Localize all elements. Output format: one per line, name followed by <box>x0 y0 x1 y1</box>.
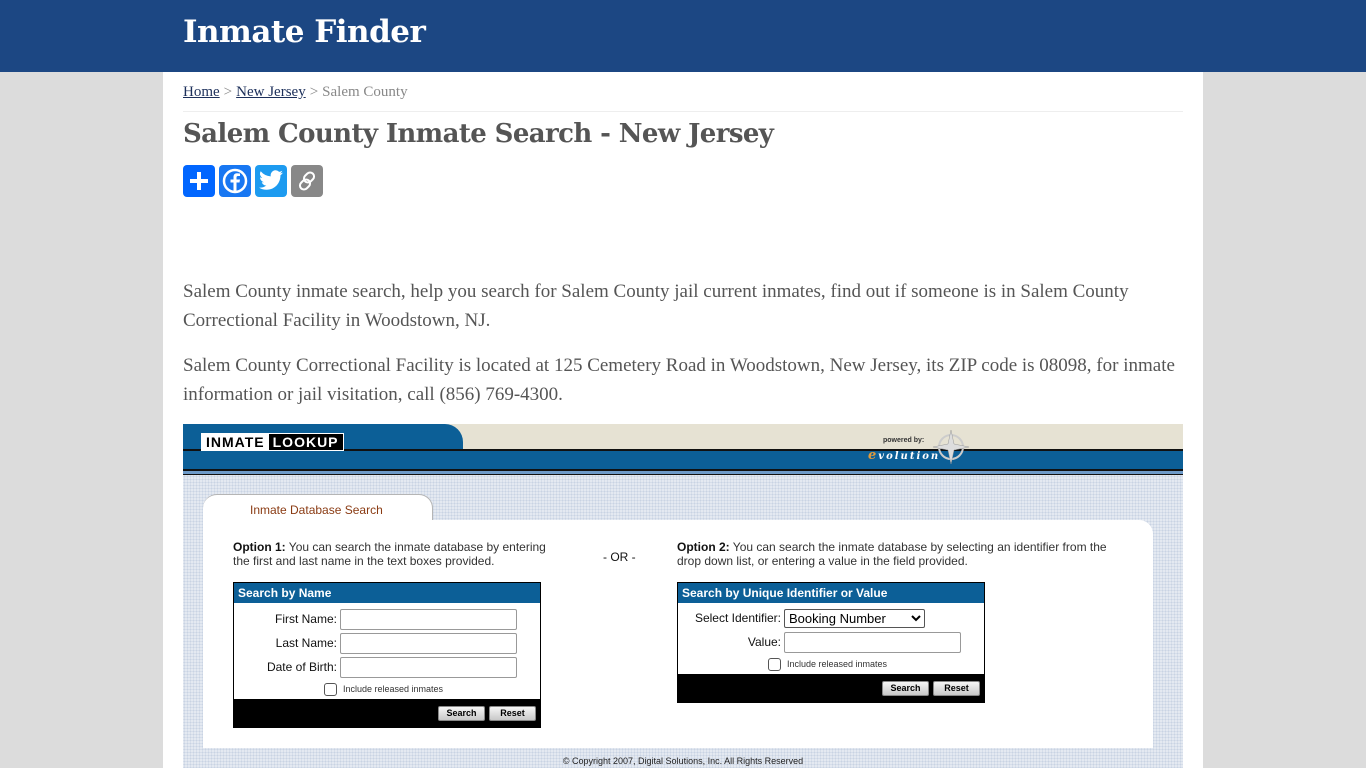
or-divider: - OR - <box>603 550 636 564</box>
search-by-identifier-form: Search by Unique Identifier or Value Sel… <box>677 582 985 703</box>
share-twitter-button[interactable] <box>255 165 287 197</box>
plus-icon <box>190 172 208 190</box>
site-logo[interactable]: Inmate Finder <box>183 14 426 50</box>
link-icon <box>298 171 316 191</box>
dob-input[interactable] <box>340 656 517 678</box>
first-name-label: First Name: <box>274 612 337 626</box>
share-buttons <box>183 165 1183 197</box>
identifier-select[interactable]: Booking Number <box>784 608 925 628</box>
name-form-button-bar: Search Reset <box>234 699 540 727</box>
dob-row: Date of Birth: <box>234 655 540 679</box>
search-by-identifier-title: Search by Unique Identifier or Value <box>678 583 984 603</box>
compass-icon <box>932 429 970 465</box>
include-released-row: Include released inmates <box>678 654 984 674</box>
copyright: © Copyright 2007, Digital Solutions, Inc… <box>562 756 804 766</box>
widget-header: INMATE LOOKUP powered by: evolution <box>183 424 1183 475</box>
search-by-name-title: Search by Name <box>234 583 540 603</box>
inmate-lookup-widget: INMATE LOOKUP powered by: evolution Inma… <box>183 424 1183 768</box>
evolution-logo: evolution <box>868 448 940 463</box>
header-band <box>183 449 1183 471</box>
header-stripe <box>183 471 1183 475</box>
name-reset-button[interactable]: Reset <box>489 705 536 721</box>
site-header: Inmate Finder <box>0 0 1366 72</box>
value-input[interactable] <box>784 631 961 653</box>
last-name-label: Last Name: <box>275 636 337 650</box>
include-released-label: Include released inmates <box>343 684 444 694</box>
identifier-form-button-bar: Search Reset <box>678 674 984 702</box>
page-title: Salem County Inmate Search - New Jersey <box>183 119 774 149</box>
option1-description: Option 1: You can search the inmate data… <box>233 540 563 568</box>
intro-paragraph: Salem County inmate search, help you sea… <box>183 281 1129 331</box>
facebook-icon <box>222 168 248 194</box>
option1-heading: Option 1: <box>233 540 286 554</box>
share-facebook-button[interactable] <box>219 165 251 197</box>
select-identifier-label: Select Identifier: <box>694 611 781 625</box>
facility-paragraph: Salem County Correctional Facility is lo… <box>183 355 1175 405</box>
evolution-e: e <box>868 448 879 463</box>
include-released-row: Include released inmates <box>234 679 540 699</box>
include-released-checkbox[interactable] <box>324 682 337 696</box>
last-name-input[interactable] <box>340 632 517 654</box>
search-panel: Option 1: You can search the inmate data… <box>203 520 1153 748</box>
first-name-row: First Name: <box>234 607 540 631</box>
name-search-button[interactable]: Search <box>438 705 485 721</box>
share-copy-link-button[interactable] <box>291 165 323 197</box>
breadcrumb: Home > New Jersey > Salem County <box>183 72 1183 112</box>
breadcrumb-home[interactable]: Home <box>183 84 220 100</box>
breadcrumb-current: Salem County <box>322 84 408 100</box>
breadcrumb-separator: > <box>309 84 319 100</box>
twitter-icon <box>259 170 283 190</box>
option2-text: You can search the inmate database by se… <box>677 540 1107 568</box>
breadcrumb-separator: > <box>223 84 233 100</box>
option2-description: Option 2: You can search the inmate data… <box>677 540 1117 568</box>
identifier-reset-button[interactable]: Reset <box>933 680 980 696</box>
breadcrumb-new-jersey[interactable]: New Jersey <box>236 84 306 100</box>
include-released-checkbox[interactable] <box>768 657 781 671</box>
inmate-lookup-logo: INMATE LOOKUP <box>201 433 344 451</box>
value-label: Value: <box>747 635 781 649</box>
powered-by-label: powered by: <box>883 437 925 444</box>
value-row: Value: <box>678 630 984 654</box>
logo-text-inmate: INMATE <box>202 434 269 450</box>
identifier-row: Select Identifier: Booking Number <box>678 606 984 630</box>
first-name-input[interactable] <box>340 608 517 630</box>
share-add-button[interactable] <box>183 165 215 197</box>
logo-text-lookup: LOOKUP <box>268 434 343 450</box>
identifier-search-button[interactable]: Search <box>882 680 929 696</box>
include-released-label: Include released inmates <box>787 659 888 669</box>
last-name-row: Last Name: <box>234 631 540 655</box>
dob-label: Date of Birth: <box>266 660 337 674</box>
search-by-name-form: Search by Name First Name: Last Name: Da… <box>233 582 541 728</box>
option2-heading: Option 2: <box>677 540 730 554</box>
